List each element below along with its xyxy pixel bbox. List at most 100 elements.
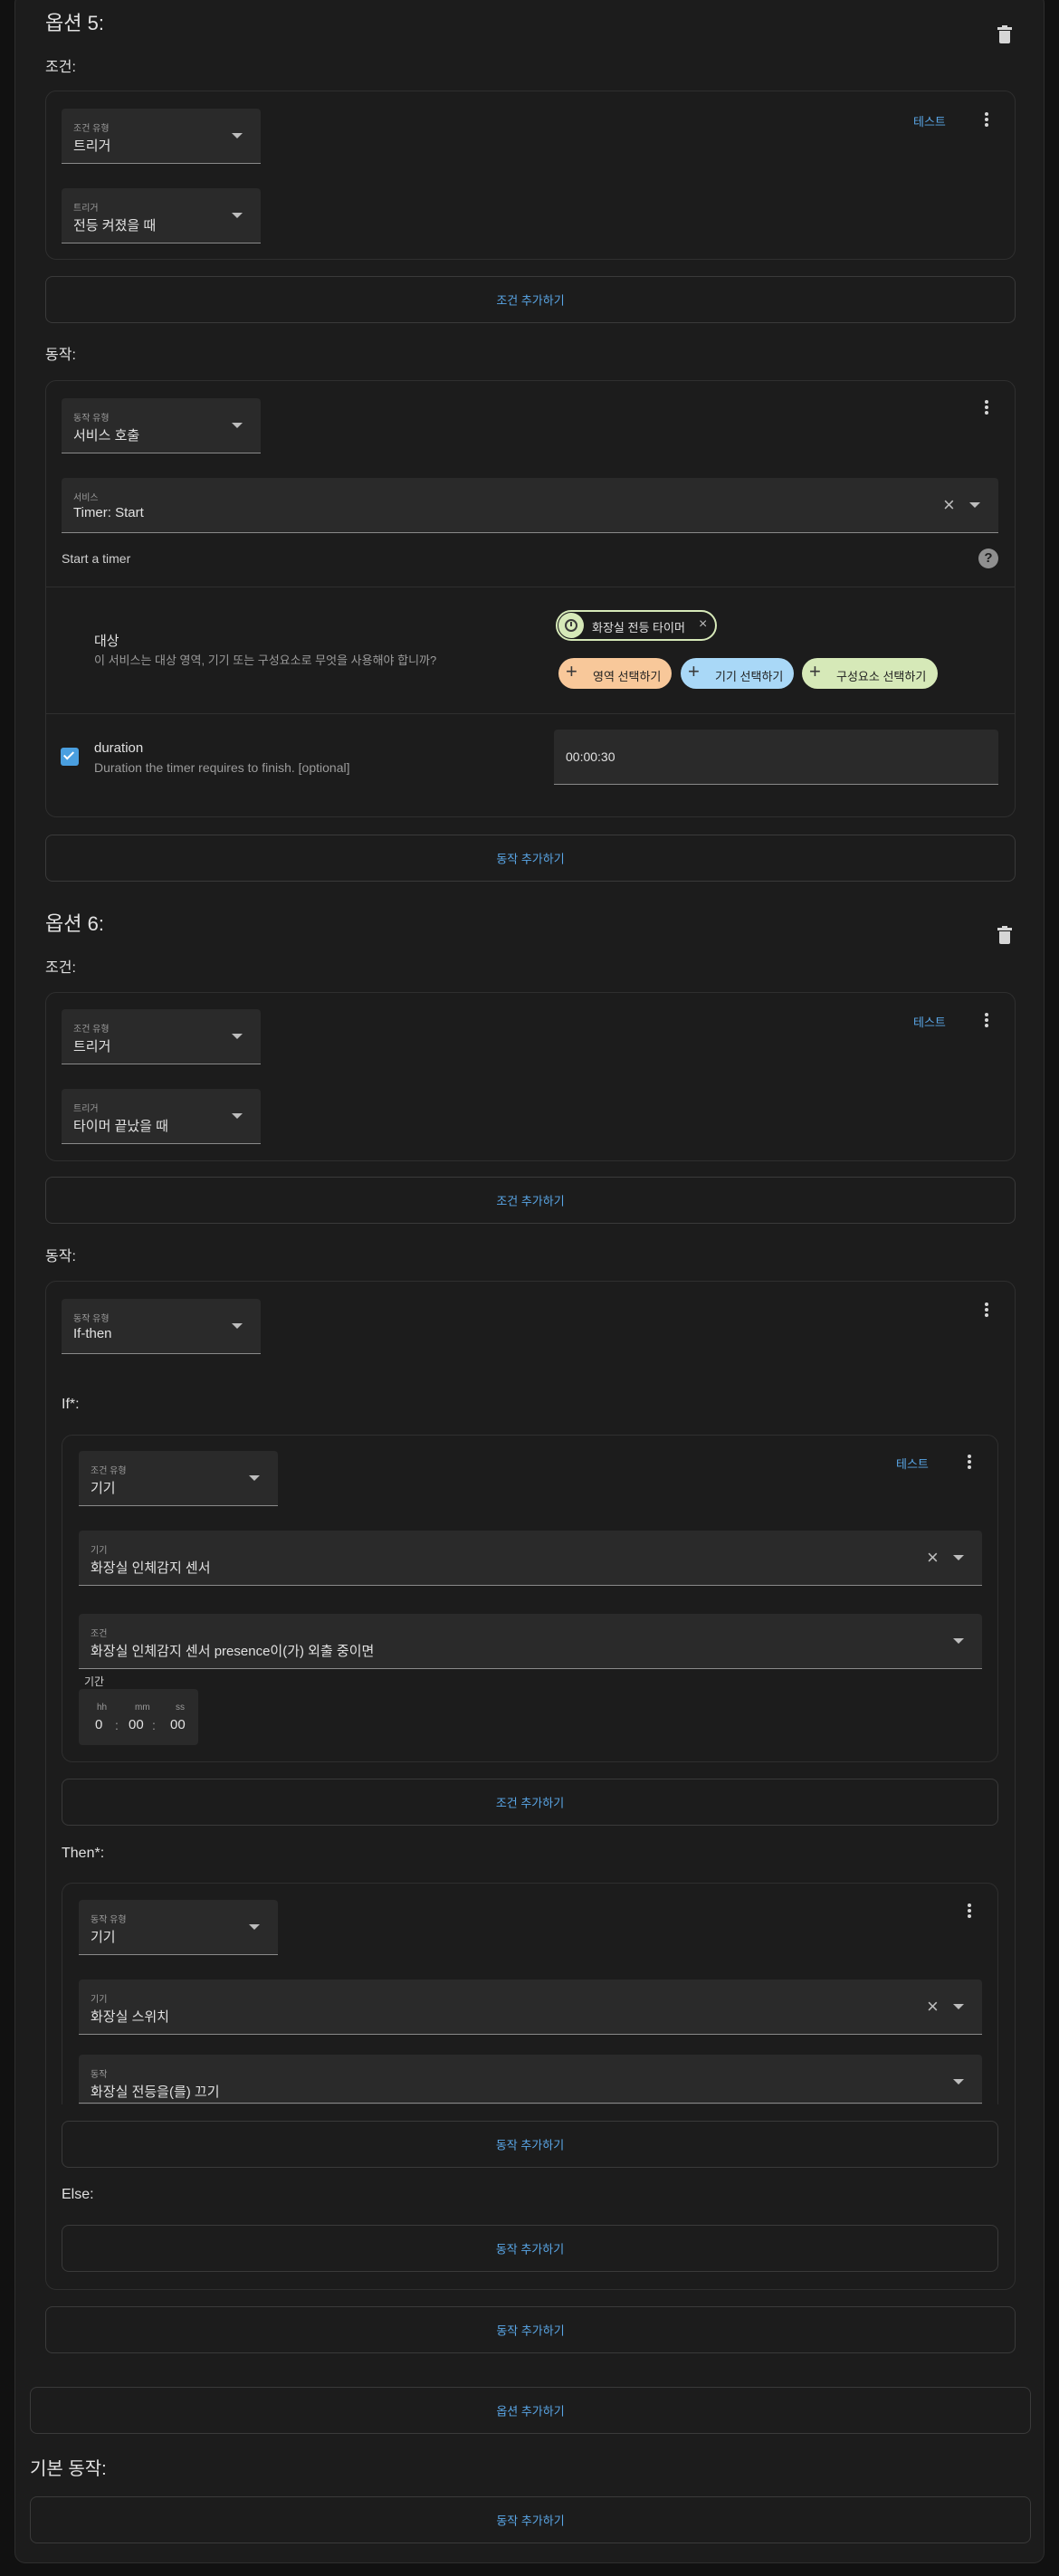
option-6-conditions-label: 조건:: [45, 960, 76, 976]
option-5-conditions-label: 조건:: [45, 60, 76, 75]
dropdown-caret-icon: [232, 133, 243, 138]
add-action-button[interactable]: 동작 추가하기: [45, 835, 1016, 882]
chip-label: 화장실 전등 타이머: [592, 621, 685, 634]
field-value: 서비스 호출: [73, 428, 140, 444]
duration-input[interactable]: 00:00:30: [554, 730, 998, 785]
duration-label: 기간: [84, 1675, 105, 1688]
field-label: 트리거: [73, 1104, 99, 1114]
option-5-actions-label: 동작:: [45, 348, 76, 363]
choose-entity-chip[interactable]: + 구성요소 선택하기: [802, 658, 938, 689]
field-label: 동작 유형: [73, 414, 110, 424]
else-label: Else:: [62, 2187, 94, 2202]
plus-icon: +: [688, 660, 700, 682]
seconds-input[interactable]: 00: [170, 1717, 186, 1732]
field-value: If-then: [73, 1326, 112, 1341]
field-label: 조건 유형: [73, 124, 110, 134]
service-select[interactable]: 서비스 Timer: Start ×: [62, 478, 998, 533]
more-vertical-icon[interactable]: [978, 398, 996, 420]
add-action-button[interactable]: 동작 추가하기: [62, 2121, 998, 2168]
add-default-action-button[interactable]: 동작 추가하기: [30, 2496, 1031, 2543]
target-entity-chip[interactable]: 화장실 전등 타이머 ×: [556, 610, 717, 641]
delete-option-6-icon[interactable]: [997, 926, 1012, 944]
field-label: 서비스: [73, 493, 99, 503]
dropdown-caret-icon: [969, 502, 980, 508]
field-label: 조건 유형: [73, 1025, 110, 1035]
field-label: 조건 유형: [91, 1466, 127, 1476]
field-value: 전등 켜졌을 때: [73, 218, 157, 234]
test-condition-link[interactable]: 테스트: [896, 1455, 929, 1472]
field-value: 00:00:30: [566, 749, 615, 764]
more-vertical-icon[interactable]: [978, 1301, 996, 1322]
target-title: 대상: [94, 634, 119, 649]
field-label: 동작 유형: [91, 1915, 127, 1925]
field-label: 조건: [91, 1629, 108, 1639]
action-type-select[interactable]: 동작 유형 If-then: [62, 1299, 261, 1354]
minutes-input[interactable]: 00: [129, 1717, 144, 1732]
field-value: 화장실 전등을(를) 끄기: [91, 2085, 220, 2100]
more-vertical-icon[interactable]: [978, 1011, 996, 1033]
clear-icon[interactable]: ×: [927, 1997, 939, 2017]
trigger-select[interactable]: 트리거 타이머 끝났을 때: [62, 1089, 261, 1144]
condition-select[interactable]: 조건 화장실 인체감지 센서 presence이(가) 외출 중이면: [79, 1614, 982, 1669]
then-label: Then*:: [62, 1846, 105, 1861]
plus-icon: +: [809, 660, 821, 682]
default-actions-title: 기본 동작:: [30, 2459, 107, 2479]
field-value: Timer: Start: [73, 505, 144, 520]
dropdown-caret-icon: [232, 213, 243, 218]
field-label: 기기: [91, 1546, 108, 1556]
trigger-select[interactable]: 트리거 전등 켜졌을 때: [62, 188, 261, 243]
duration-checkbox[interactable]: [61, 748, 79, 766]
target-description: 이 서비스는 대상 영역, 기기 또는 구성요소로 무엇을 사용해야 합니까?: [94, 654, 437, 667]
choose-area-chip[interactable]: + 영역 선택하기: [558, 658, 672, 689]
action-select[interactable]: 동작 화장실 전등을(를) 끄기: [79, 2055, 982, 2104]
option-6-actions-label: 동작:: [45, 1249, 76, 1264]
field-value: 타이머 끝났을 때: [73, 1119, 168, 1134]
check-icon: [62, 749, 75, 760]
more-vertical-icon[interactable]: [960, 1453, 978, 1474]
timer-icon: [558, 613, 584, 638]
action-type-select[interactable]: 동작 유형 서비스 호출: [62, 398, 261, 453]
option-6-title: 옵션 6:: [45, 912, 104, 935]
dropdown-caret-icon: [953, 2004, 964, 2009]
time-separator: :: [115, 1718, 119, 1732]
condition-type-select[interactable]: 조건 유형 기기: [79, 1451, 278, 1506]
seconds-label: ss: [176, 1703, 185, 1713]
add-action-button[interactable]: 동작 추가하기: [45, 2306, 1016, 2353]
add-action-button[interactable]: 동작 추가하기: [62, 2225, 998, 2272]
field-value: 트리거: [73, 138, 111, 154]
add-condition-button[interactable]: 조건 추가하기: [45, 1177, 1016, 1224]
chip-remove-icon[interactable]: ×: [699, 616, 707, 633]
option-5-title: 옵션 5:: [45, 12, 104, 34]
minutes-label: mm: [135, 1703, 150, 1713]
duration-time-input[interactable]: hh mm ss 0 : 00 : 00: [79, 1689, 198, 1745]
help-icon[interactable]: ?: [978, 549, 998, 568]
action-type-select[interactable]: 동작 유형 기기: [79, 1900, 278, 1955]
field-label: 동작 유형: [73, 1314, 110, 1324]
dropdown-caret-icon: [249, 1924, 260, 1930]
field-label: 기기: [91, 1995, 108, 2005]
field-value: 트리거: [73, 1039, 111, 1054]
add-condition-button[interactable]: 조건 추가하기: [62, 1779, 998, 1826]
more-vertical-icon[interactable]: [978, 110, 996, 132]
test-condition-link[interactable]: 테스트: [913, 1013, 946, 1030]
hours-input[interactable]: 0: [95, 1717, 102, 1732]
add-option-button[interactable]: 옵션 추가하기: [30, 2387, 1031, 2434]
dropdown-caret-icon: [953, 2079, 964, 2085]
choose-device-chip[interactable]: + 기기 선택하기: [681, 658, 794, 689]
add-condition-button[interactable]: 조건 추가하기: [45, 276, 1016, 323]
dropdown-caret-icon: [232, 1034, 243, 1039]
device-select[interactable]: 기기 화장실 인체감지 센서 ×: [79, 1531, 982, 1586]
hours-label: hh: [97, 1703, 108, 1713]
if-label: If*:: [62, 1397, 80, 1412]
delete-option-5-icon[interactable]: [997, 25, 1012, 43]
clear-icon[interactable]: ×: [943, 495, 955, 515]
condition-type-select[interactable]: 조건 유형 트리거: [62, 1009, 261, 1064]
field-value: 기기: [91, 1930, 116, 1945]
dropdown-caret-icon: [232, 423, 243, 428]
clear-icon[interactable]: ×: [927, 1548, 939, 1568]
device-select[interactable]: 기기 화장실 스위치 ×: [79, 1980, 982, 2035]
test-condition-link[interactable]: 테스트: [913, 112, 946, 129]
condition-type-select[interactable]: 조건 유형 트리거: [62, 109, 261, 164]
dropdown-caret-icon: [249, 1475, 260, 1481]
more-vertical-icon[interactable]: [960, 1902, 978, 1923]
